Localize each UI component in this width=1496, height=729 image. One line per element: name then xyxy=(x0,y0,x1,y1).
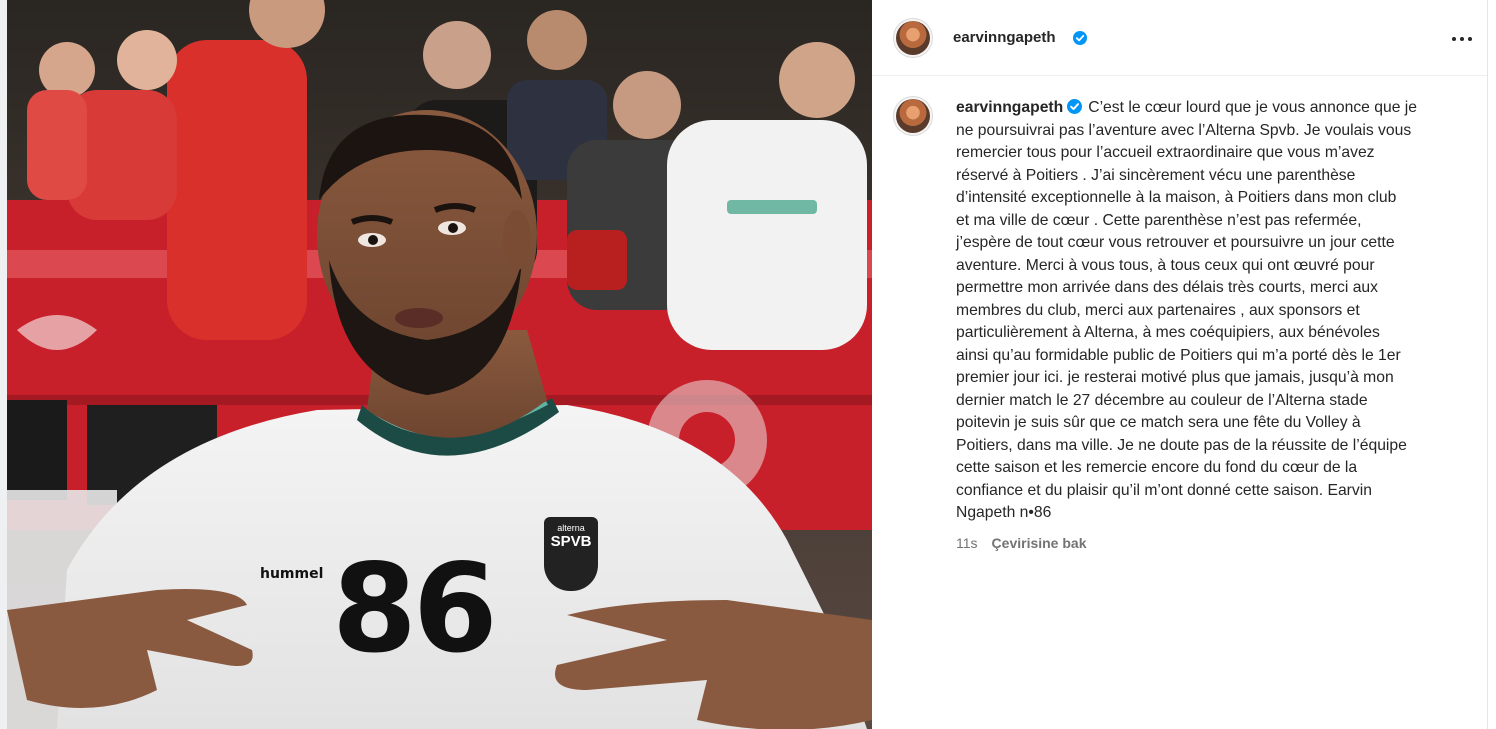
caption-username[interactable]: earvinngapeth xyxy=(956,99,1063,116)
avatar-image xyxy=(896,99,930,133)
avatar-image xyxy=(896,21,930,55)
header-username[interactable]: earvinngapeth xyxy=(953,29,1056,46)
post-caption: earvinngapeth C’est le cœur lourd que je … xyxy=(956,97,1461,525)
crest-main: SPVB xyxy=(550,533,592,550)
crest-top: alterna xyxy=(557,523,585,533)
caption-avatar[interactable] xyxy=(893,96,933,136)
more-horizontal-icon-dot xyxy=(1460,37,1464,41)
more-horizontal-icon xyxy=(1452,37,1456,41)
crest: alterna SPVB xyxy=(544,517,598,591)
left-gutter xyxy=(0,0,7,729)
header-avatar[interactable] xyxy=(893,18,933,58)
more-horizontal-icon-dot xyxy=(1468,37,1472,41)
panel-edge xyxy=(1487,0,1488,729)
more-options-button[interactable] xyxy=(1450,26,1476,52)
verified-badge-icon xyxy=(1067,99,1083,114)
jersey-brand: hummel xyxy=(260,566,324,582)
caption-text: C’est le cœur lourd que je vous annonce … xyxy=(956,99,1417,521)
post-photo[interactable]: 86 hummel alterna SPVB xyxy=(7,0,872,729)
verified-badge-icon xyxy=(1073,31,1087,45)
timestamp[interactable]: 11s xyxy=(956,535,978,551)
caption-meta: 11s Çevirisine bak xyxy=(956,535,1086,551)
jersey-number: 86 xyxy=(332,538,498,680)
see-translation-button[interactable]: Çevirisine bak xyxy=(992,535,1087,551)
